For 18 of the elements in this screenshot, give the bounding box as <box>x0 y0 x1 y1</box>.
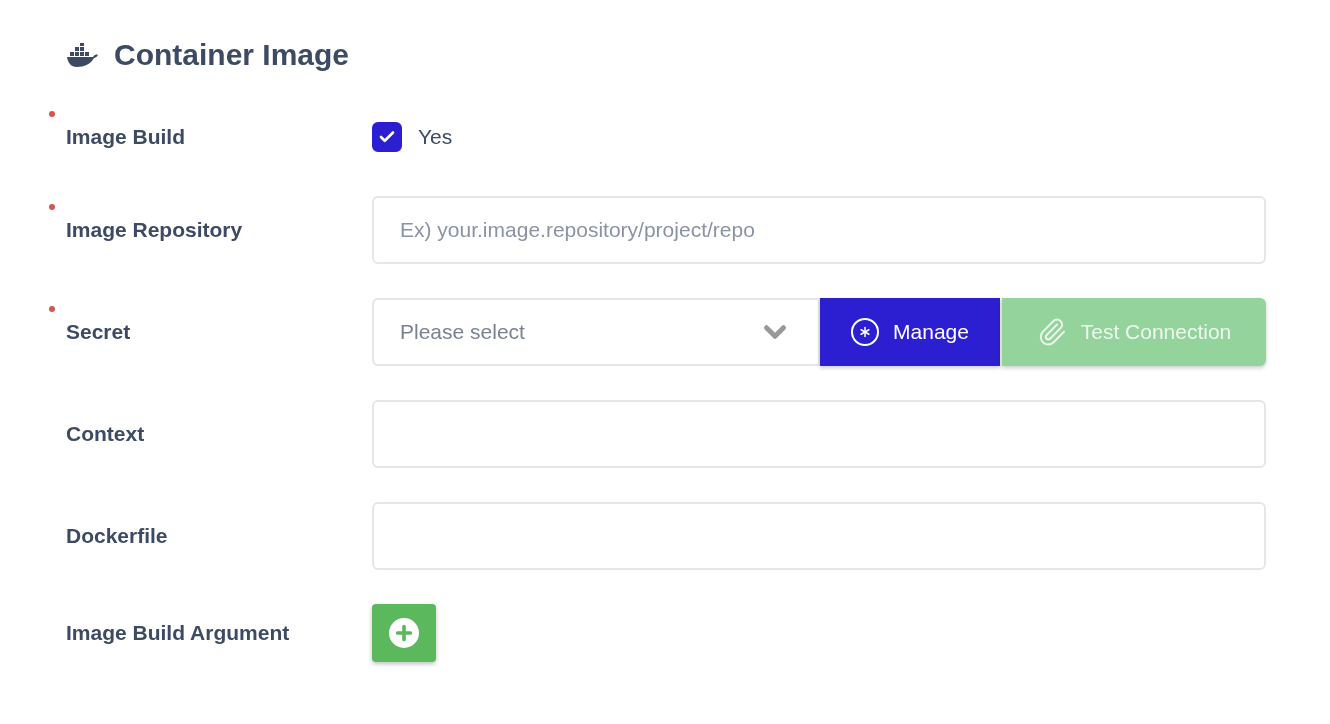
docker-whale-icon <box>66 43 98 67</box>
field-label: Secret <box>66 320 132 344</box>
field-label: Dockerfile <box>66 524 169 548</box>
plus-circle-icon <box>389 618 419 648</box>
select-field[interactable]: Please select <box>372 298 820 366</box>
field-label: Context <box>66 422 146 446</box>
field-label: Image Build Argument <box>66 621 291 645</box>
checkbox[interactable] <box>372 122 402 152</box>
checkbox-label: Yes <box>418 125 453 149</box>
asterisk-circle-icon <box>851 318 880 346</box>
add-button[interactable] <box>372 604 436 662</box>
section-title: Container Image <box>114 38 350 72</box>
text-field[interactable] <box>372 502 1266 570</box>
text-field[interactable] <box>372 400 1266 468</box>
field-label: Image Build <box>66 125 187 149</box>
manage-button[interactable]: Manage <box>820 298 1000 366</box>
field-label: Image Repository <box>66 218 244 242</box>
text-field[interactable]: Ex) your.image.repository/project/repo <box>372 196 1266 264</box>
